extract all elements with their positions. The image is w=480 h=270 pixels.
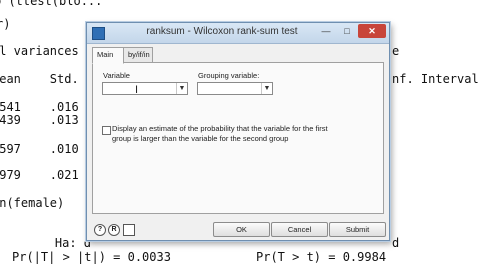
- text-cursor-icon: I: [135, 84, 139, 96]
- probability-estimate-checkbox[interactable]: [102, 126, 111, 135]
- cancel-button[interactable]: Cancel: [271, 222, 328, 237]
- close-button[interactable]: ✕: [358, 24, 386, 38]
- reset-icon[interactable]: R: [108, 224, 120, 236]
- ok-button[interactable]: OK: [213, 222, 270, 237]
- variable-label: Variable: [103, 71, 130, 80]
- results-line: nf. Interval]: [392, 72, 480, 86]
- results-line: e: [392, 44, 400, 58]
- results-line: Pr(|T| > |t|) = 0.0033: [12, 250, 171, 264]
- variable-combobox[interactable]: ▼: [102, 82, 188, 95]
- results-line: 9439 .013: [0, 113, 79, 127]
- copy-icon[interactable]: [123, 224, 135, 236]
- results-line: 3979 .021: [0, 168, 79, 182]
- results-line: 7541 .016: [0, 100, 79, 114]
- chevron-down-icon[interactable]: ▼: [261, 83, 272, 94]
- results-line: b (ttest(blo...: [0, 0, 103, 8]
- results-line: Pr(T > t) = 0.9984: [256, 250, 387, 264]
- dialog-button-bar: ? R OK Cancel Submit: [87, 221, 389, 240]
- grouping-variable-label: Grouping variable:: [198, 71, 260, 80]
- tab-by-if-in[interactable]: by/if/in: [123, 47, 153, 63]
- results-line: al variances: [0, 44, 79, 58]
- ranksum-dialog: ranksum - Wilcoxon rank-sum test — □ ✕ M…: [86, 22, 390, 241]
- help-icon[interactable]: ?: [94, 224, 106, 236]
- minimize-button[interactable]: —: [316, 24, 336, 38]
- dialog-titlebar[interactable]: ranksum - Wilcoxon rank-sum test — □ ✕: [87, 23, 389, 44]
- maximize-button[interactable]: □: [337, 24, 357, 38]
- results-line: Mean Std.: [0, 72, 79, 86]
- results-line: Ha: d: [26, 236, 92, 250]
- results-line: an(female): [0, 196, 65, 210]
- results-line: r): [0, 17, 11, 31]
- results-line: 3597 .010: [0, 142, 79, 156]
- tab-main[interactable]: Main: [92, 47, 124, 64]
- probability-estimate-label: Display an estimate of the probability t…: [112, 124, 328, 143]
- results-line: d: [392, 236, 400, 250]
- grouping-variable-combobox[interactable]: ▼: [197, 82, 273, 95]
- chevron-down-icon[interactable]: ▼: [176, 83, 187, 94]
- submit-button[interactable]: Submit: [329, 222, 386, 237]
